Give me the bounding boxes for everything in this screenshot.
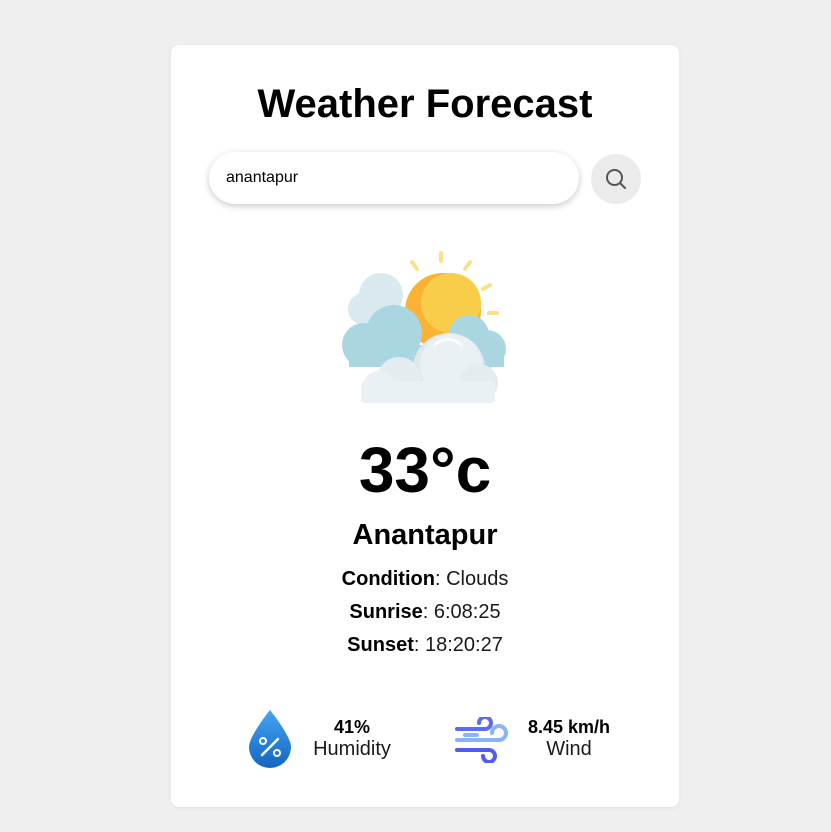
sunset-row: Sunset: 18:20:27: [171, 633, 679, 657]
temperature: 33°c: [358, 434, 492, 506]
sunset-value: : 18:20:27: [413, 634, 503, 656]
humidity-value: 41%: [333, 717, 371, 737]
wind-icon: [455, 717, 508, 763]
sunrise-value: : 6:08:25: [422, 601, 501, 623]
sun-behind-clouds-icon: [342, 251, 506, 403]
condition-value: : Clouds: [434, 568, 509, 590]
search-input[interactable]: [209, 152, 579, 204]
weather-card: Weather Forecast anantapur 33°c Anantapu…: [171, 45, 679, 807]
wind-label: Wind: [546, 738, 592, 760]
sunset-label: Sunset: [347, 634, 414, 656]
search-icon: [606, 169, 626, 189]
city-name: Anantapur: [352, 519, 498, 551]
condition-label: Condition: [341, 568, 435, 590]
humidity-drop-icon: [249, 710, 291, 768]
sunrise-row: Sunrise: 6:08:25: [171, 600, 679, 624]
search-button[interactable]: [591, 154, 641, 204]
humidity-label: Humidity: [313, 738, 391, 760]
page-title: Weather Forecast: [257, 82, 593, 126]
wind-value: 8.45 km/h: [527, 717, 611, 737]
sunrise-label: Sunrise: [349, 601, 423, 623]
condition-row: Condition: Clouds: [171, 567, 679, 591]
